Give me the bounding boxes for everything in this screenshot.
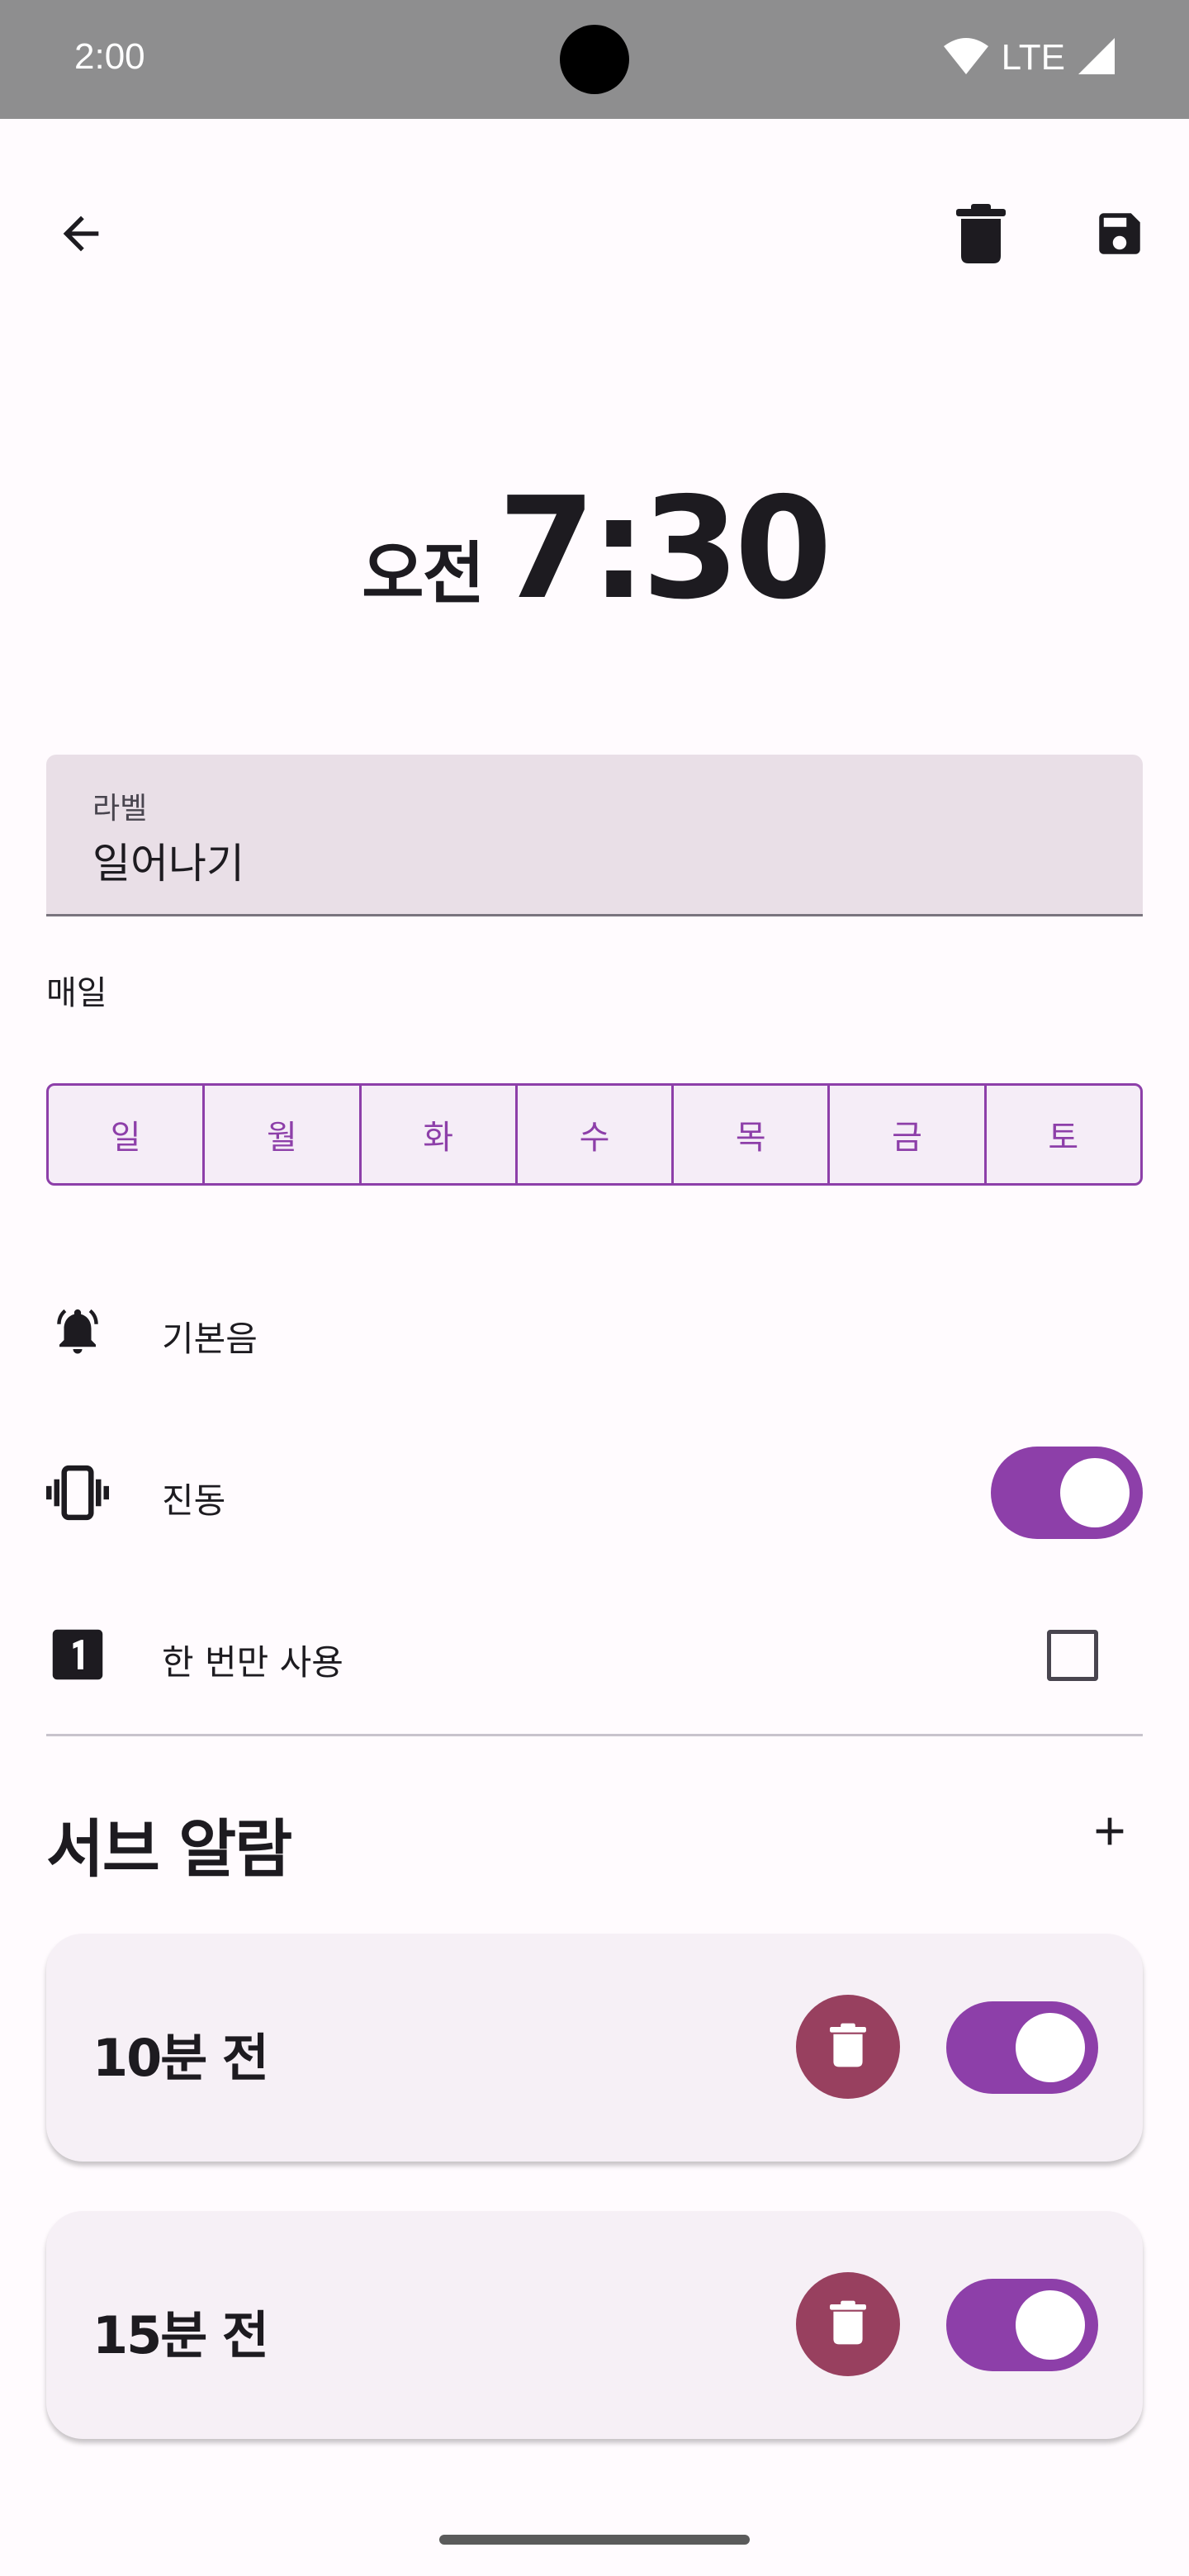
wifi-icon [943, 38, 988, 78]
ampm-label: 오전 [362, 535, 485, 613]
label-field-caption: 라벨 [92, 792, 148, 826]
day-thursday[interactable]: 목 [674, 1086, 831, 1183]
switch-thumb [1016, 2290, 1085, 2360]
ringtone-row[interactable]: 기본음 [0, 1273, 1189, 1389]
switch-thumb [1016, 2013, 1085, 2082]
save-alarm-button[interactable] [1080, 196, 1159, 275]
day-sunday[interactable]: 일 [49, 1086, 206, 1183]
camera-cutout [560, 25, 629, 94]
sub-alarms-title: 서브 알람 [46, 1812, 292, 1886]
once-checkbox[interactable] [1047, 1630, 1098, 1681]
divider [46, 1734, 1143, 1736]
vibrate-label: 진동 [162, 1480, 226, 1521]
signal-icon [1078, 38, 1115, 78]
bell-icon [46, 1300, 109, 1362]
status-indicators: LTE [943, 33, 1115, 83]
day-tuesday[interactable]: 화 [362, 1086, 518, 1183]
alarm-time-display[interactable]: 오전 7:30 [0, 479, 1189, 627]
floppy-disk-icon [1092, 206, 1147, 264]
repeat-summary: 매일 [46, 974, 107, 1012]
sub-alarm-card: 10분 전 [46, 1934, 1143, 2162]
network-type: LTE [1001, 37, 1065, 78]
arrow-left-icon [54, 207, 107, 263]
day-friday[interactable]: 금 [830, 1086, 987, 1183]
sub-alarm-switch[interactable] [946, 2001, 1098, 2094]
plus-icon [1087, 1808, 1133, 1858]
status-bar: 2:00 LTE [0, 0, 1189, 119]
trash-icon [830, 2022, 866, 2072]
vibrate-row: 진동 [0, 1435, 1189, 1551]
trash-icon [830, 2299, 866, 2349]
once-label: 한 번만 사용 [162, 1642, 343, 1683]
vibrate-switch[interactable] [991, 1447, 1143, 1539]
day-monday[interactable]: 월 [205, 1086, 362, 1183]
home-indicator[interactable] [439, 2535, 750, 2545]
switch-thumb [1060, 1458, 1130, 1527]
add-sub-alarm-button[interactable] [1070, 1793, 1149, 1873]
label-field[interactable]: 라벨 일어나기 [46, 755, 1143, 916]
ringtone-label: 기본음 [162, 1319, 258, 1359]
top-app-bar [0, 182, 1189, 289]
day-wednesday[interactable]: 수 [518, 1086, 675, 1183]
sub-alarm-switch[interactable] [946, 2279, 1098, 2371]
label-field-value: 일어나기 [92, 840, 244, 888]
delete-sub-alarm-button[interactable] [796, 1995, 900, 2099]
looks-one-icon [46, 1623, 109, 1686]
sub-alarm-label: 10분 전 [92, 2028, 269, 2088]
delete-sub-alarm-button[interactable] [796, 2272, 900, 2376]
status-time: 2:00 [74, 36, 145, 77]
alarm-time: 7:30 [498, 467, 832, 631]
delete-alarm-button[interactable] [941, 196, 1021, 275]
sub-alarm-label: 15분 전 [92, 2305, 269, 2365]
day-saturday[interactable]: 토 [987, 1086, 1140, 1183]
back-button[interactable] [41, 196, 121, 275]
day-selector: 일 월 화 수 목 금 토 [46, 1083, 1143, 1186]
trash-icon [956, 204, 1006, 267]
sub-alarm-card: 15분 전 [46, 2211, 1143, 2439]
vibrate-icon [46, 1461, 109, 1524]
once-row: 한 번만 사용 [0, 1597, 1189, 1712]
